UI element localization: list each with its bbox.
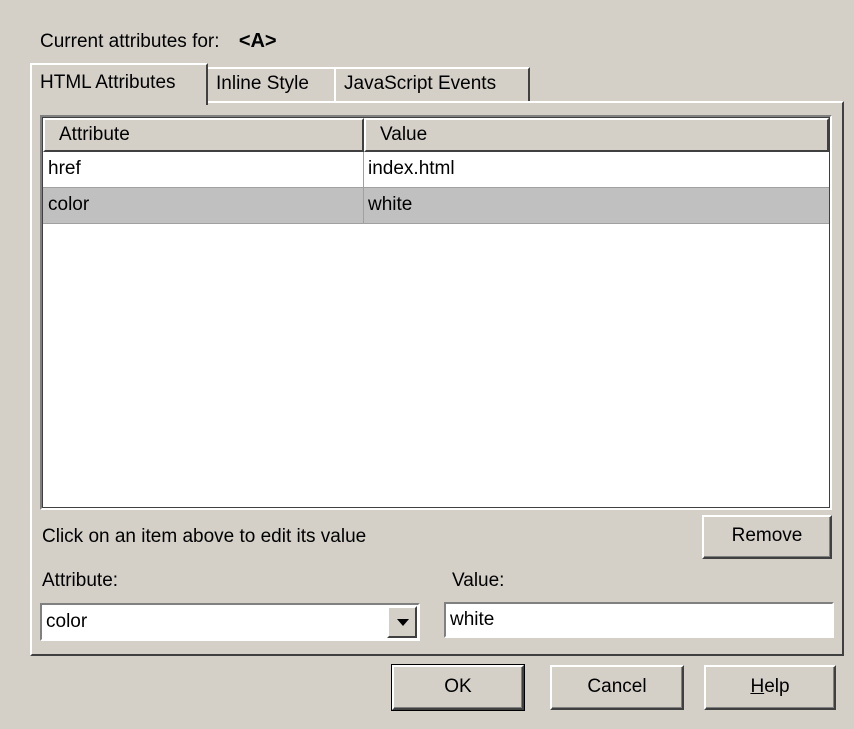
current-attributes-header: Current attributes for: <A> bbox=[40, 30, 277, 53]
attributes-list-body: Attribute Value href index.html color wh… bbox=[43, 118, 829, 507]
edit-hint-text: Click on an item above to edit its value bbox=[42, 526, 367, 547]
column-header-value[interactable]: Value bbox=[364, 118, 829, 152]
ok-button[interactable]: OK bbox=[391, 664, 525, 711]
tab-html-attributes[interactable]: HTML Attributes bbox=[30, 63, 208, 105]
value-label: Value: bbox=[452, 570, 505, 591]
tab-inline-style[interactable]: Inline Style bbox=[206, 67, 336, 101]
chevron-down-icon bbox=[397, 619, 409, 626]
current-attributes-label: Current attributes for: bbox=[40, 31, 220, 52]
dropdown-arrow-button[interactable] bbox=[387, 606, 417, 638]
table-row[interactable]: href index.html bbox=[43, 152, 829, 188]
list-header: Attribute Value bbox=[43, 118, 829, 152]
current-tag: <A> bbox=[238, 30, 277, 52]
row-value-cell: index.html bbox=[368, 158, 455, 179]
row-value-cell: white bbox=[368, 194, 413, 215]
attribute-dropdown-value: color bbox=[46, 611, 88, 632]
help-button[interactable]: Help bbox=[704, 665, 836, 710]
column-header-attribute[interactable]: Attribute bbox=[43, 118, 364, 152]
attribute-label: Attribute: bbox=[42, 570, 119, 591]
tab-javascript-events[interactable]: JavaScript Events bbox=[334, 67, 530, 101]
row-attribute-cell: color bbox=[43, 188, 364, 223]
value-input[interactable] bbox=[444, 602, 834, 638]
edit-attributes-dialog: Current attributes for: <A> HTML Attribu… bbox=[0, 0, 854, 729]
tab-panel-html-attributes: Attribute Value href index.html color wh… bbox=[30, 101, 844, 656]
remove-button[interactable]: Remove bbox=[702, 515, 832, 559]
table-row-selected[interactable]: color white bbox=[43, 188, 829, 224]
attribute-dropdown[interactable]: color bbox=[40, 603, 420, 641]
help-mnemonic: H bbox=[750, 676, 765, 697]
help-label-rest: elp bbox=[764, 676, 790, 697]
attributes-list[interactable]: Attribute Value href index.html color wh… bbox=[40, 115, 832, 510]
cancel-button[interactable]: Cancel bbox=[550, 665, 684, 710]
row-attribute-cell: href bbox=[43, 152, 364, 187]
